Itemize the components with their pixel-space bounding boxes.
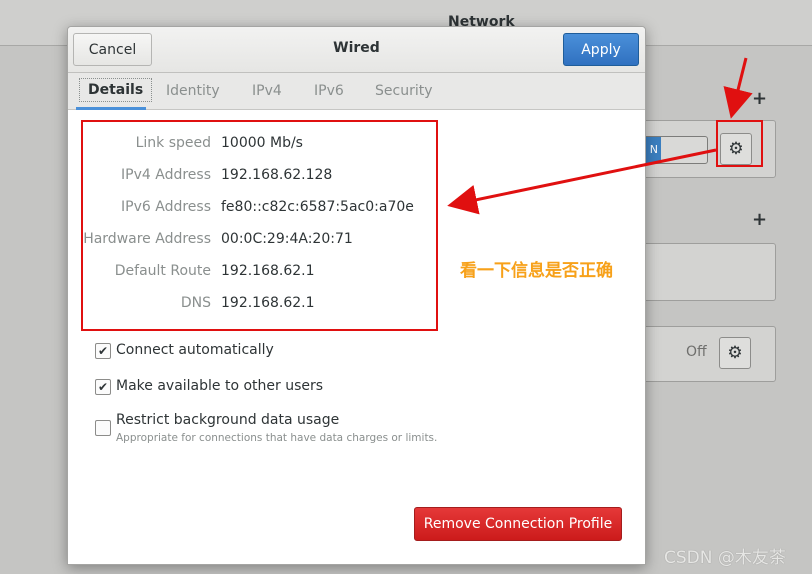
arrow-to-details [447,148,717,215]
watermark: CSDN @木友茶 [664,548,786,568]
annotation-text: 看一下信息是否正确 [460,261,613,281]
arrow-to-gear [723,57,753,119]
annotation-arrows [447,57,753,215]
